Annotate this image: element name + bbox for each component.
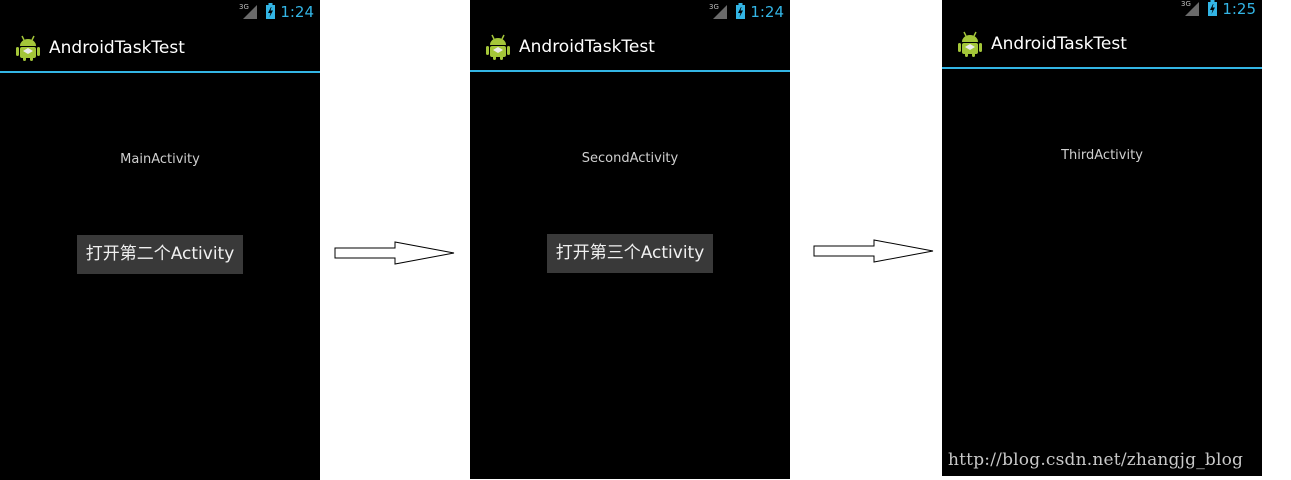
android-robot-icon[interactable] <box>956 30 984 58</box>
network-type-label: 3G <box>1181 0 1191 8</box>
android-robot-icon[interactable] <box>14 34 42 62</box>
activity-label: SecondActivity <box>581 151 679 166</box>
action-bar: AndroidTaskTest <box>0 25 320 73</box>
status-time: 1:25 <box>1222 0 1256 18</box>
network-type-label: 3G <box>239 3 249 11</box>
activity-label: ThirdActivity <box>1061 148 1143 163</box>
action-bar: AndroidTaskTest <box>470 24 790 72</box>
status-bar: 3G 1:25 <box>942 0 1262 20</box>
app-title: AndroidTaskTest <box>519 37 655 57</box>
battery-charging-icon <box>1208 0 1217 16</box>
right-arrow-icon <box>813 239 934 263</box>
network-type-label: 3G <box>709 3 719 11</box>
action-bar: AndroidTaskTest <box>942 21 1262 69</box>
signal-icon: 3G <box>709 3 727 19</box>
status-time: 1:24 <box>280 3 314 21</box>
phone-screen-third-activity: 3G 1:25 AndroidTaskTest ThirdActivity <box>942 0 1262 476</box>
signal-icon: 3G <box>1181 0 1199 16</box>
status-time: 1:24 <box>750 3 784 21</box>
app-title: AndroidTaskTest <box>49 38 185 58</box>
battery-charging-icon <box>266 3 275 19</box>
app-title: AndroidTaskTest <box>991 34 1127 54</box>
activity-label: MainActivity <box>120 152 200 167</box>
signal-icon: 3G <box>239 3 257 19</box>
open-third-activity-button[interactable]: 打开第三个Activity <box>547 234 713 273</box>
open-second-activity-button[interactable]: 打开第二个Activity <box>77 235 243 274</box>
right-arrow-icon <box>334 241 455 265</box>
battery-charging-icon <box>736 3 745 19</box>
watermark-text: http://blog.csdn.net/zhangjg_blog <box>948 450 1244 470</box>
android-robot-icon[interactable] <box>484 33 512 61</box>
phone-screen-second-activity: 3G 1:24 AndroidTaskTest SecondActivity 打… <box>470 0 790 479</box>
status-bar: 3G 1:24 <box>0 0 320 24</box>
status-bar: 3G 1:24 <box>470 0 790 24</box>
phone-screen-main-activity: 3G 1:24 AndroidTaskTest MainActivity 打开第… <box>0 0 320 480</box>
